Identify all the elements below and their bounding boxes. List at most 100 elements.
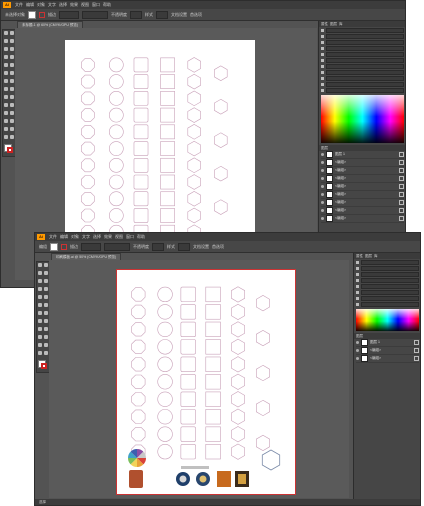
- menu-type[interactable]: 文字: [48, 2, 56, 8]
- layer-target-icon[interactable]: [399, 184, 404, 189]
- menu-file[interactable]: 文件: [49, 234, 57, 240]
- zoom-tool-icon[interactable]: [10, 135, 14, 139]
- tab-properties[interactable]: 属性: [356, 254, 363, 259]
- menu-window[interactable]: 窗口: [92, 2, 100, 8]
- fill-stroke-swatches[interactable]: [4, 144, 14, 154]
- selection-tool-icon[interactable]: [4, 31, 8, 35]
- property-field[interactable]: [326, 40, 404, 45]
- tab-layers[interactable]: 图层: [330, 22, 337, 27]
- menu-object[interactable]: 对象: [37, 2, 45, 8]
- blend-icon[interactable]: [10, 111, 14, 115]
- scale-icon[interactable]: [44, 311, 48, 315]
- property-field[interactable]: [361, 302, 419, 307]
- eye-icon[interactable]: [321, 153, 324, 156]
- layer-row[interactable]: <编组>: [321, 191, 404, 199]
- magic-wand-icon[interactable]: [38, 271, 42, 275]
- tab-layers[interactable]: 图层: [365, 254, 372, 259]
- scale-icon[interactable]: [10, 79, 14, 83]
- eye-icon[interactable]: [321, 193, 324, 196]
- type-tool-icon[interactable]: [38, 287, 42, 291]
- eye-icon[interactable]: [321, 177, 324, 180]
- property-field[interactable]: [326, 58, 404, 63]
- eye-icon[interactable]: [356, 349, 359, 352]
- property-field[interactable]: [326, 70, 404, 75]
- symbol-sprayer-icon[interactable]: [4, 119, 8, 123]
- lasso-icon[interactable]: [44, 271, 48, 275]
- layer-row[interactable]: <编组>: [321, 207, 404, 215]
- gradient-icon[interactable]: [44, 335, 48, 339]
- layer-row[interactable]: <编组>: [321, 167, 404, 175]
- property-field[interactable]: [326, 82, 404, 87]
- free-transform-icon[interactable]: [10, 87, 14, 91]
- property-field[interactable]: [326, 88, 404, 93]
- property-field[interactable]: [361, 278, 419, 283]
- eye-icon[interactable]: [356, 341, 359, 344]
- menu-help[interactable]: 帮助: [103, 2, 111, 8]
- property-field[interactable]: [326, 64, 404, 69]
- layer-target-icon[interactable]: [399, 200, 404, 205]
- menu-view[interactable]: 视图: [115, 234, 123, 240]
- mesh-icon[interactable]: [38, 335, 42, 339]
- stroke-swatch-icon[interactable]: [39, 11, 45, 18]
- slice-icon[interactable]: [10, 127, 14, 131]
- menu-select[interactable]: 选择: [59, 2, 67, 8]
- warp-icon[interactable]: [38, 319, 42, 323]
- stroke-weight-field[interactable]: [81, 242, 101, 251]
- eye-icon[interactable]: [356, 357, 359, 360]
- property-field[interactable]: [326, 34, 404, 39]
- layer-target-icon[interactable]: [399, 160, 404, 165]
- menu-effect[interactable]: 效果: [104, 234, 112, 240]
- layer-row[interactable]: <编组>: [321, 175, 404, 183]
- layer-row[interactable]: <编组>: [321, 183, 404, 191]
- column-graph-icon[interactable]: [10, 119, 14, 123]
- layer-target-icon[interactable]: [414, 348, 419, 353]
- property-field[interactable]: [326, 52, 404, 57]
- menu-edit[interactable]: 编辑: [60, 234, 68, 240]
- property-field[interactable]: [361, 260, 419, 265]
- color-spectrum-icon[interactable]: [356, 309, 419, 331]
- eye-icon[interactable]: [321, 217, 324, 220]
- shape-builder-icon[interactable]: [38, 327, 42, 331]
- layer-target-icon[interactable]: [414, 340, 419, 345]
- brush-dropdown[interactable]: [82, 10, 108, 19]
- color-spectrum-icon[interactable]: [321, 95, 404, 143]
- layer-row[interactable]: <编组>: [356, 347, 419, 355]
- stroke-swatch-icon[interactable]: [7, 147, 13, 153]
- property-field[interactable]: [361, 290, 419, 295]
- layer-row[interactable]: <编组>: [321, 199, 404, 207]
- opacity-field[interactable]: [130, 10, 142, 19]
- fill-stroke-swatches[interactable]: [38, 360, 48, 370]
- warp-icon[interactable]: [4, 87, 8, 91]
- layer-row[interactable]: <编组>: [321, 215, 404, 223]
- tab-libraries[interactable]: 库: [339, 22, 343, 27]
- pen-tool-icon[interactable]: [4, 47, 8, 51]
- hand-tool-icon[interactable]: [4, 135, 8, 139]
- canvas-area[interactable]: [49, 260, 349, 498]
- direct-select-icon[interactable]: [10, 31, 14, 35]
- menu-help[interactable]: 帮助: [137, 234, 145, 240]
- preferences-button[interactable]: 首选项: [212, 244, 224, 250]
- property-field[interactable]: [361, 284, 419, 289]
- eye-icon[interactable]: [321, 201, 324, 204]
- property-field[interactable]: [361, 266, 419, 271]
- artboard-tool-icon[interactable]: [4, 127, 8, 131]
- layer-target-icon[interactable]: [399, 168, 404, 173]
- preferences-button[interactable]: 首选项: [190, 12, 202, 18]
- stroke-swatch-icon[interactable]: [61, 243, 67, 250]
- tab-layers-panel[interactable]: 图层: [321, 146, 328, 151]
- tab-properties[interactable]: 属性: [321, 22, 328, 27]
- pencil-icon[interactable]: [38, 303, 42, 307]
- rotate-icon[interactable]: [4, 79, 8, 83]
- menu-window[interactable]: 窗口: [126, 234, 134, 240]
- paintbrush-icon[interactable]: [10, 63, 14, 67]
- rectangle-tool-icon[interactable]: [38, 295, 42, 299]
- menu-file[interactable]: 文件: [15, 2, 23, 8]
- pencil-icon[interactable]: [4, 71, 8, 75]
- column-graph-icon[interactable]: [44, 351, 48, 355]
- layer-target-icon[interactable]: [399, 192, 404, 197]
- property-field[interactable]: [361, 272, 419, 277]
- magic-wand-icon[interactable]: [4, 39, 8, 43]
- menu-object[interactable]: 对象: [71, 234, 79, 240]
- layer-target-icon[interactable]: [399, 176, 404, 181]
- perspective-icon[interactable]: [44, 327, 48, 331]
